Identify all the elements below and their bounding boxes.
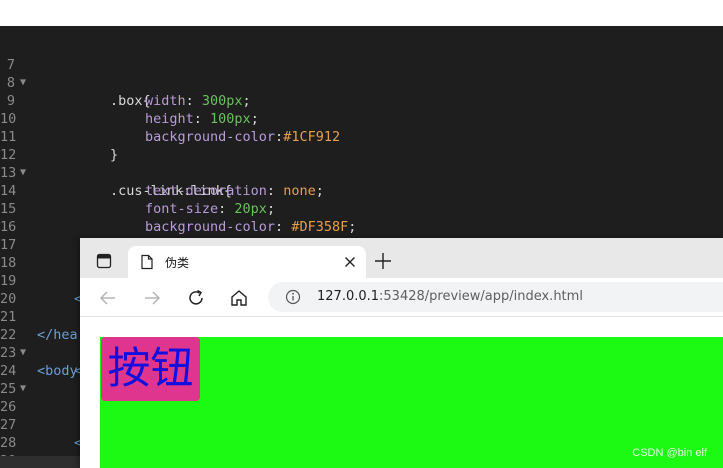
address-bar[interactable]: 127.0.0.1:53428/preview/app/index.html — [268, 282, 723, 312]
button-link[interactable]: 按钮 — [101, 337, 200, 401]
watermark: CSDN @bin elf — [632, 447, 707, 459]
forward-arrow-icon[interactable] — [141, 287, 163, 309]
tab-actions-button[interactable] — [88, 250, 116, 272]
code-line: 15 background-color: #DF358F; — [0, 201, 357, 235]
page-icon — [141, 254, 153, 270]
code-line: 13 text-decoration: none; — [0, 165, 324, 199]
browser-toolbar: 127.0.0.1:53428/preview/app/index.html — [80, 278, 723, 317]
code-line: 16 border-radius: 4px; — [0, 200, 723, 253]
tab-bar: 伪类 — [80, 238, 723, 278]
url-text: 127.0.0.1:53428/preview/app/index.html — [317, 289, 583, 304]
code-line: 11 } — [0, 110, 723, 163]
code-line: 7 ▼ .box{ — [0, 38, 723, 109]
home-icon[interactable] — [228, 287, 250, 309]
tab-active[interactable]: 伪类 — [128, 246, 366, 278]
code-line: 10 background-color:#1CF912 — [0, 111, 341, 145]
plus-icon[interactable] — [373, 251, 393, 271]
code-line: 17 — [0, 218, 723, 253]
code-line: 9 height: 100px; — [0, 74, 723, 127]
code-line: 12 ▼ .cus-link:link{ — [0, 128, 723, 199]
url-path: :53428/preview/app/index.html — [379, 289, 583, 304]
code-line: 14 font-size: 20px; — [0, 183, 276, 217]
back-arrow-icon[interactable] — [97, 287, 119, 309]
code-line: 8 width: 300px; — [0, 56, 723, 109]
browser-window: 伪类 127.0.0.1:53428/preview/app/index.htm… — [80, 238, 723, 468]
tab-title: 伪类 — [165, 256, 190, 270]
sidebar-panel-icon — [96, 253, 112, 269]
url-host: 127.0.0.1 — [317, 289, 380, 304]
info-icon[interactable] — [285, 289, 301, 305]
editor-status-bar — [0, 456, 80, 468]
reload-icon[interactable] — [185, 287, 207, 309]
page-viewport: 按钮 CSDN @bin elf — [80, 317, 723, 468]
close-icon[interactable] — [340, 252, 360, 272]
